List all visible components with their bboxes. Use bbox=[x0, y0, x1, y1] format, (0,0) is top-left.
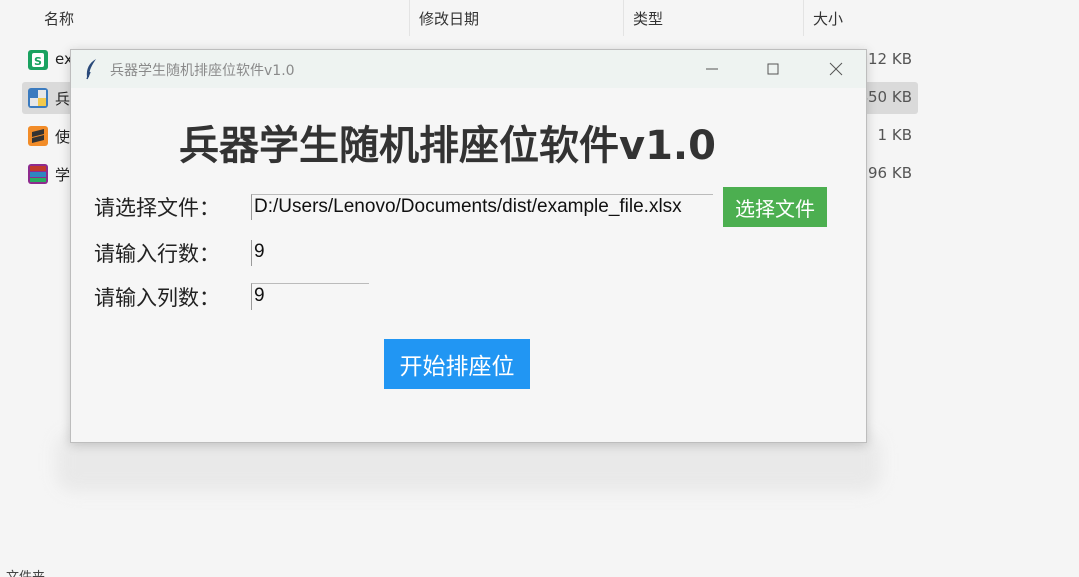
maximize-button[interactable] bbox=[750, 50, 796, 88]
window-title: 兵器学生随机排座位软件v1.0 bbox=[110, 63, 295, 79]
app-window: 兵器学生随机排座位软件v1.0 兵器学生随机排座位软件v1.0 请选择文件： D… bbox=[70, 49, 867, 443]
python-file-icon bbox=[28, 88, 48, 108]
column-header-bar: ⌃ 名称 修改日期 类型 大小 bbox=[0, 0, 1079, 38]
column-type[interactable]: 类型 bbox=[633, 8, 663, 29]
file-name: 兵 bbox=[55, 90, 71, 108]
rows-input[interactable]: 9 bbox=[251, 240, 291, 266]
cols-label: 请输入列数： bbox=[94, 286, 220, 310]
column-divider[interactable] bbox=[409, 0, 410, 36]
feather-icon bbox=[83, 58, 99, 80]
cols-input[interactable]: 9 bbox=[251, 283, 369, 310]
file-size: 12 KB bbox=[868, 50, 912, 68]
title-bar[interactable]: 兵器学生随机排座位软件v1.0 bbox=[71, 50, 866, 88]
choose-file-button[interactable]: 选择文件 bbox=[723, 187, 827, 227]
file-label: 请选择文件： bbox=[94, 196, 220, 220]
close-icon bbox=[829, 62, 843, 76]
status-text-partial: 文件夹 bbox=[6, 566, 45, 577]
sort-up-icon: ⌃ bbox=[217, 0, 228, 8]
minimize-icon bbox=[706, 68, 718, 70]
column-size[interactable]: 大小 bbox=[813, 8, 843, 29]
minimize-button[interactable] bbox=[689, 50, 735, 88]
page-title: 兵器学生随机排座位软件v1.0 bbox=[179, 123, 716, 169]
start-seating-button[interactable]: 开始排座位 bbox=[384, 339, 530, 389]
svg-text:S: S bbox=[34, 55, 42, 68]
maximize-icon bbox=[767, 63, 779, 75]
column-divider[interactable] bbox=[623, 0, 624, 36]
file-name: 学 bbox=[55, 166, 71, 184]
file-path-input[interactable]: D:/Users/Lenovo/Documents/dist/example_f… bbox=[251, 194, 713, 220]
sublime-text-icon bbox=[28, 126, 48, 146]
file-name: 使 bbox=[55, 128, 71, 146]
column-modified-date[interactable]: 修改日期 bbox=[419, 8, 479, 29]
column-divider[interactable] bbox=[803, 0, 804, 36]
spreadsheet-icon: S bbox=[28, 50, 48, 70]
close-button[interactable] bbox=[813, 50, 859, 88]
rows-label: 请输入行数： bbox=[94, 242, 220, 266]
column-name[interactable]: 名称 bbox=[44, 8, 74, 29]
winrar-archive-icon bbox=[28, 164, 48, 184]
file-size: 1 KB bbox=[877, 126, 912, 144]
file-size: 96 KB bbox=[868, 164, 912, 182]
